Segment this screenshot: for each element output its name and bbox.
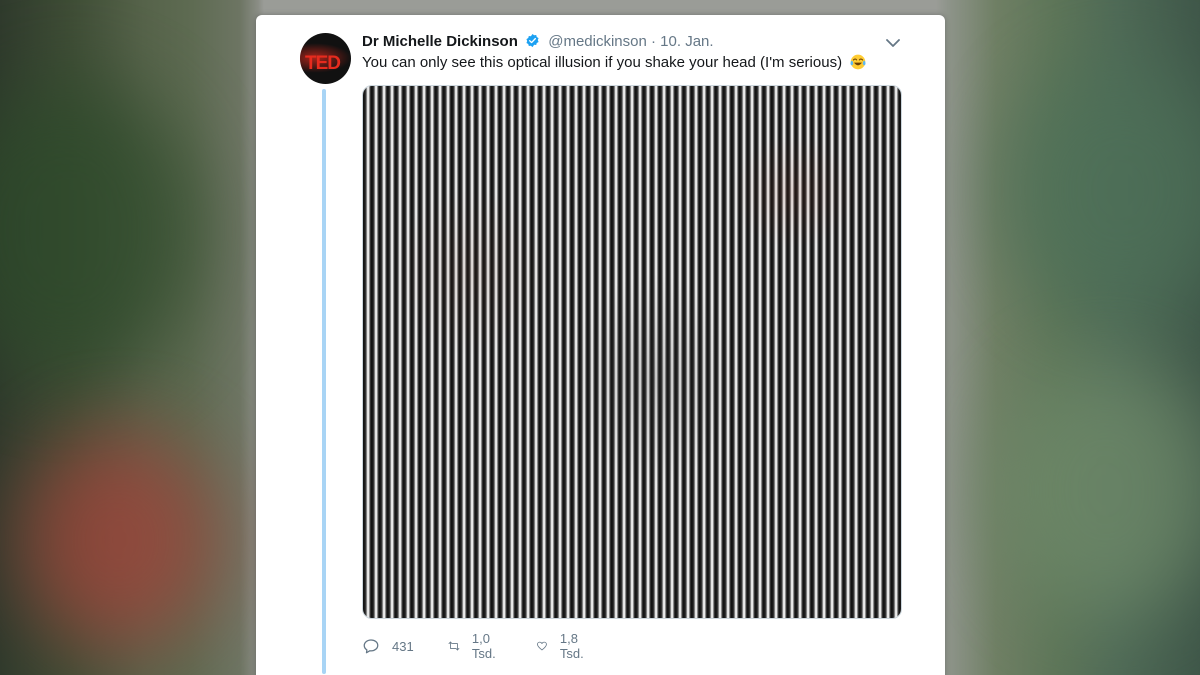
tweet-text-content: You can only see this optical illusion i… [362,54,843,71]
tweet-card[interactable]: TED Dr Michelle Dickinson @medickinson ·… [256,15,945,675]
thread-line [322,89,326,674]
heart-icon [537,641,547,651]
tweet-media-image[interactable] [362,85,902,619]
author-name[interactable]: Dr Michelle Dickinson [362,33,518,50]
chevron-down-icon [886,39,900,47]
like-button[interactable]: 1,8 Tsd. [536,631,590,661]
separator-dot: · [651,33,656,50]
hidden-image-shade [363,86,901,618]
reply-button[interactable]: 431 [362,635,414,657]
background-blur-blob [0,80,200,380]
background-blur-blob [1000,60,1200,320]
blurred-background: TED Dr Michelle Dickinson @medickinson ·… [0,0,1200,675]
tears-of-joy-emoji-icon [850,54,866,70]
author-handle[interactable]: @medickinson [548,33,647,50]
retweet-icon [448,641,460,651]
tweet-menu-button[interactable] [883,35,903,51]
like-count: 1,8 Tsd. [559,631,584,661]
tweet-header: Dr Michelle Dickinson @medickinson · 10.… [362,32,714,52]
tweet-date[interactable]: 10. Jan. [660,33,713,50]
retweet-count: 1,0 Tsd. [471,631,496,661]
avatar-logo-text: TED [305,53,341,74]
reply-icon [363,639,379,654]
avatar[interactable]: TED [300,33,351,84]
verified-badge-icon [526,33,539,48]
background-blur-blob [20,430,220,650]
retweet-button[interactable]: 1,0 Tsd. [448,631,502,661]
reply-count: 431 [392,638,414,654]
background-blur-blob [990,360,1200,620]
tweet-text: You can only see this optical illusion i… [362,53,866,73]
